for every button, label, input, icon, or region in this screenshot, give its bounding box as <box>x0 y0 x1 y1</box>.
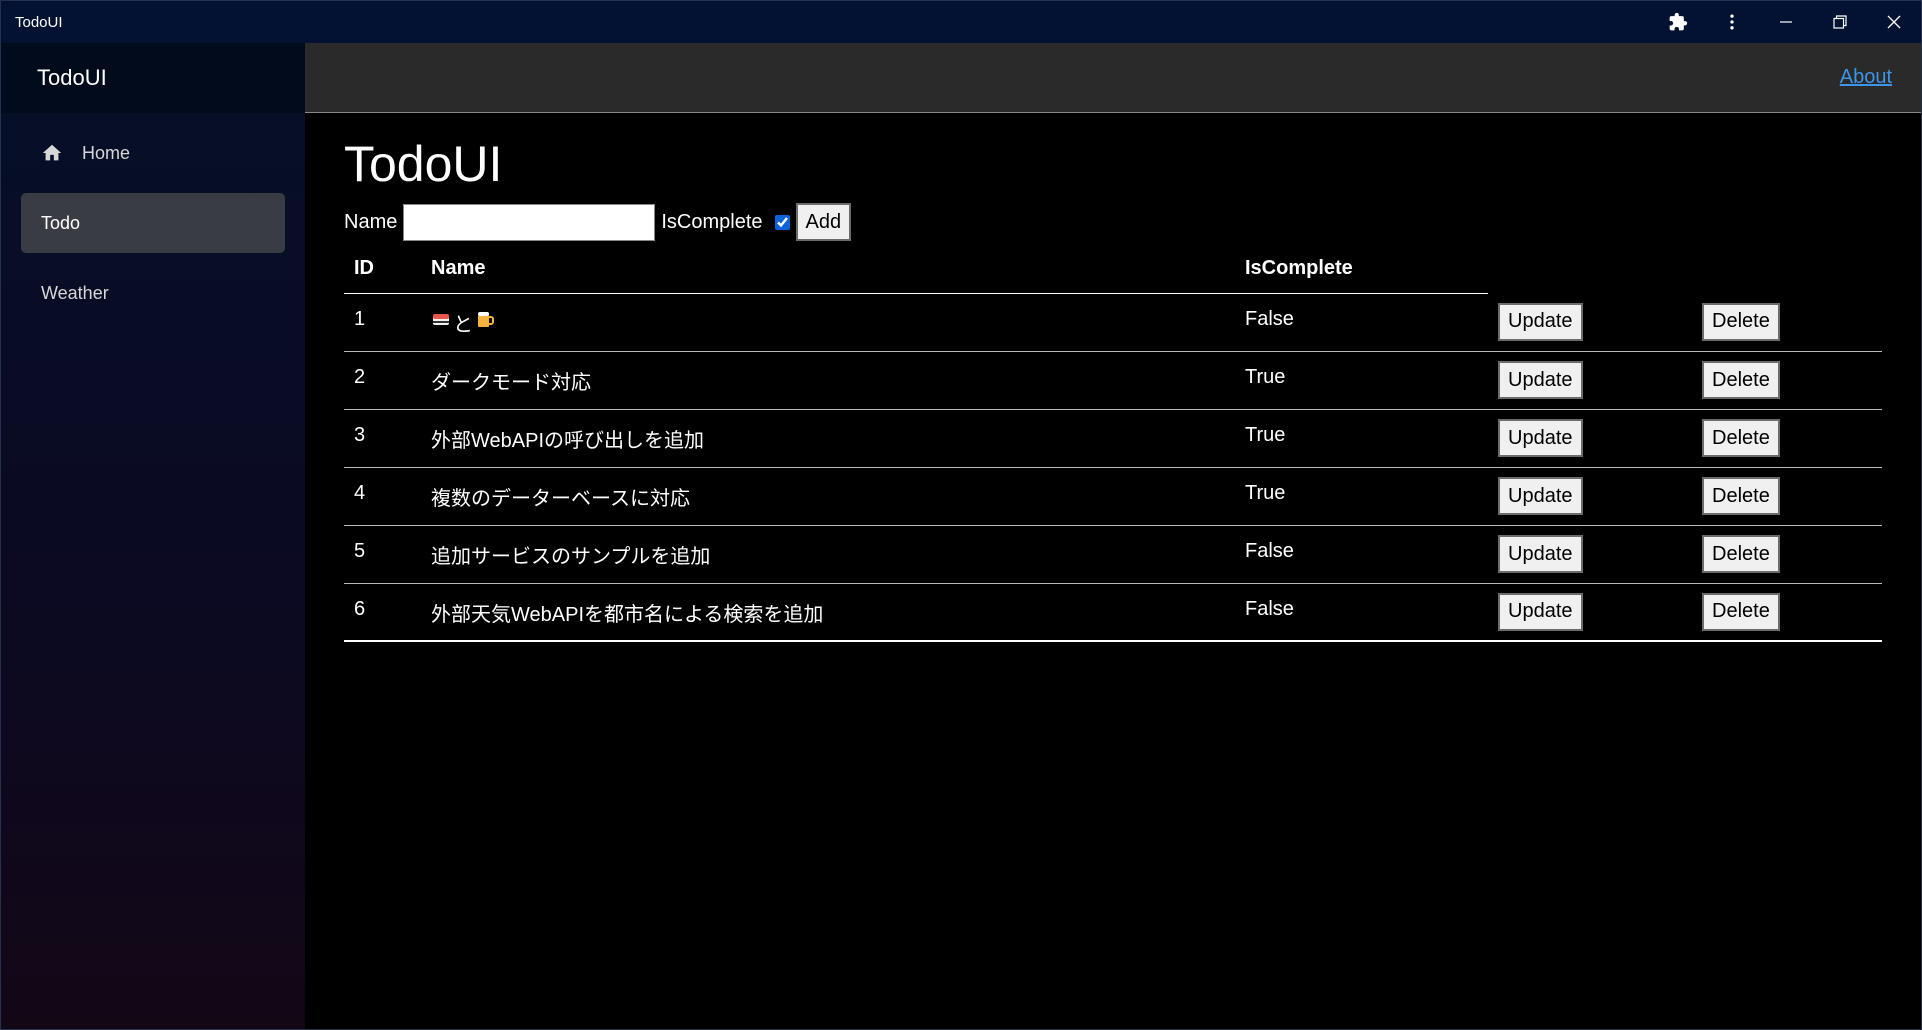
sidebar-item-weather[interactable]: Weather <box>21 263 285 323</box>
about-link[interactable]: About <box>1840 66 1892 89</box>
iscomplete-checkbox[interactable] <box>774 214 790 230</box>
app-content: TodoUI Home Todo Weather About TodoUI Na… <box>1 43 1921 1029</box>
row-name: ダークモード対応 <box>421 351 1235 410</box>
table-row: 4 複数のデーターベースに対応 True Update Delete <box>344 467 1882 526</box>
row-iscomplete: True <box>1235 467 1488 526</box>
row-name: と <box>421 293 1235 352</box>
sidebar-item-home[interactable]: Home <box>21 123 285 183</box>
todo-table: ID Name IsComplete 1 と False Update Dele… <box>344 245 1882 642</box>
delete-button[interactable]: Delete <box>1702 302 1780 341</box>
row-id: 6 <box>344 583 421 642</box>
row-iscomplete: False <box>1235 293 1488 352</box>
page-title: TodoUI <box>344 136 503 192</box>
window-controls <box>1651 1 1921 43</box>
extensions-icon[interactable] <box>1651 1 1705 43</box>
sidebar-item-label: Home <box>82 142 131 163</box>
sidebar-item-todo[interactable]: Todo <box>21 193 285 253</box>
update-button[interactable]: Update <box>1498 419 1583 457</box>
name-label: Name <box>344 210 398 233</box>
nav-menu: Home Todo Weather <box>1 113 305 343</box>
beer-emoji-icon <box>475 309 495 335</box>
update-button[interactable]: Update <box>1498 535 1583 573</box>
delete-button[interactable]: Delete <box>1702 477 1780 515</box>
row-name: 外部WebAPIの呼び出しを追加 <box>421 409 1235 468</box>
table-header-row: ID Name IsComplete <box>344 245 1882 294</box>
delete-button[interactable]: Delete <box>1702 535 1780 573</box>
row-iscomplete: False <box>1235 525 1488 584</box>
app-window: TodoUI TodoUI Home Todo Weather About To… <box>0 0 1922 1030</box>
row-id: 1 <box>344 293 421 352</box>
row-iscomplete: True <box>1235 409 1488 468</box>
more-vert-icon[interactable] <box>1705 1 1759 43</box>
close-icon[interactable] <box>1867 1 1921 43</box>
table-row: 6 外部天気WebAPIを都市名による検索を追加 False Update De… <box>344 583 1882 642</box>
row-name: 外部天気WebAPIを都市名による検索を追加 <box>421 583 1235 642</box>
sidebar: TodoUI Home Todo Weather <box>1 43 305 1029</box>
delete-button[interactable]: Delete <box>1702 419 1780 457</box>
sidebar-item-label: Weather <box>41 282 109 303</box>
main-area: About TodoUI Name IsComplete Add ID Name… <box>305 43 1921 1029</box>
add-todo-form: Name IsComplete Add <box>344 203 1882 241</box>
row-name-text: と <box>453 313 473 336</box>
table-row: 3 外部WebAPIの呼び出しを追加 True Update Delete <box>344 409 1882 468</box>
add-button[interactable]: Add <box>795 203 852 241</box>
update-button[interactable]: Update <box>1498 361 1583 399</box>
delete-button[interactable]: Delete <box>1702 592 1780 631</box>
row-id: 3 <box>344 409 421 468</box>
row-iscomplete: True <box>1235 351 1488 410</box>
row-id: 4 <box>344 467 421 526</box>
home-icon <box>41 142 63 164</box>
iscomplete-label: IsComplete <box>661 210 763 233</box>
row-name: 複数のデーターベースに対応 <box>421 467 1235 526</box>
brand-link[interactable]: TodoUI <box>1 43 305 113</box>
row-id: 2 <box>344 351 421 410</box>
column-header-id: ID <box>344 245 421 294</box>
restore-icon[interactable] <box>1813 1 1867 43</box>
update-button[interactable]: Update <box>1498 302 1583 341</box>
update-button[interactable]: Update <box>1498 477 1583 515</box>
window-title: TodoUI <box>15 13 63 31</box>
table-row: 5 追加サービスのサンプルを追加 False Update Delete <box>344 525 1882 584</box>
top-row: About <box>305 43 1921 113</box>
row-name: 追加サービスのサンプルを追加 <box>421 525 1235 584</box>
table-row: 2 ダークモード対応 True Update Delete <box>344 351 1882 410</box>
minimize-icon[interactable] <box>1759 1 1813 43</box>
table-row: 1 と False Update Delete <box>344 293 1882 352</box>
sidebar-item-label: Todo <box>41 212 81 233</box>
sushi-emoji-icon <box>431 309 451 335</box>
name-input[interactable] <box>403 203 656 241</box>
delete-button[interactable]: Delete <box>1702 361 1780 399</box>
column-header-update <box>1488 245 1692 293</box>
update-button[interactable]: Update <box>1498 592 1583 631</box>
page-content: TodoUI Name IsComplete Add ID Name IsCom… <box>305 113 1921 642</box>
title-bar: TodoUI <box>1 1 1921 43</box>
row-iscomplete: False <box>1235 583 1488 642</box>
column-header-iscomplete: IsComplete <box>1235 245 1488 294</box>
row-id: 5 <box>344 525 421 584</box>
column-header-delete <box>1692 245 1882 293</box>
column-header-name: Name <box>421 245 1235 294</box>
